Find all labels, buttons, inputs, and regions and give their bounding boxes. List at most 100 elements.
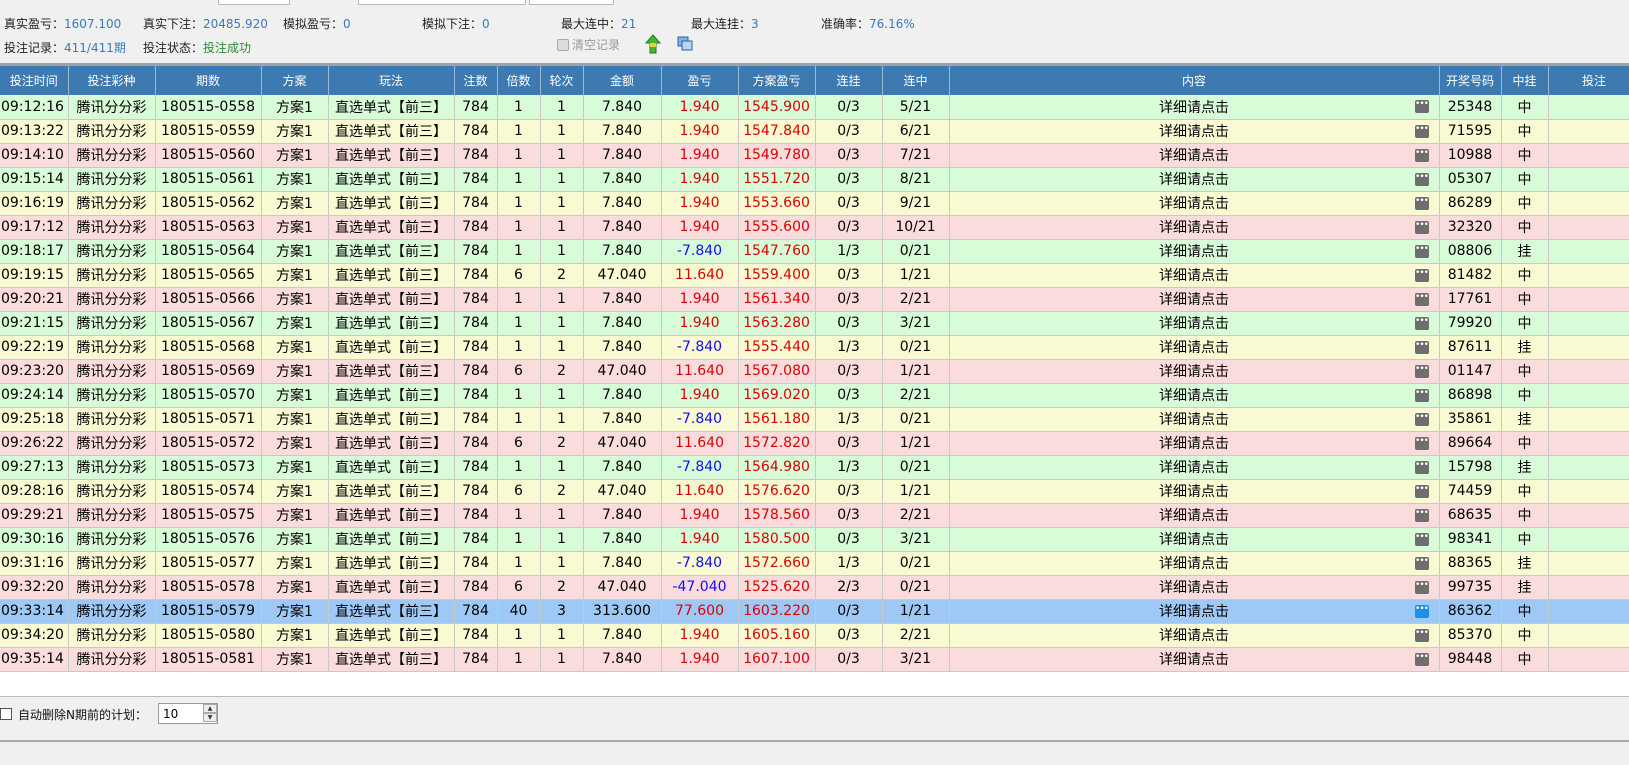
col-header-count[interactable]: 注数	[454, 66, 498, 95]
col-header-plan-profit[interactable]: 方案盈亏	[738, 66, 816, 95]
table-row[interactable]: 09:29:21 腾讯分分彩 180515-0575 方案1 直选单式【前三】 784 1 1…	[0, 503, 1629, 528]
table-row[interactable]: 09:16:19 腾讯分分彩 180515-0562 方案1 直选单式【前三】 784 1 1…	[0, 191, 1629, 216]
cell-content[interactable]: 详细请点击 •••	[949, 431, 1440, 456]
cell-content[interactable]: 详细请点击 •••	[949, 287, 1440, 312]
col-header-draw[interactable]: 开奖号码	[1439, 66, 1502, 95]
col-header-profit[interactable]: 盈亏	[661, 66, 739, 95]
more-details-icon[interactable]: •••	[1414, 508, 1429, 522]
col-header-multiple[interactable]: 倍数	[497, 66, 541, 95]
more-details-icon[interactable]: •••	[1414, 460, 1429, 474]
cell-content[interactable]: 详细请点击 •••	[949, 119, 1440, 144]
cell-content[interactable]: 详细请点击 •••	[949, 191, 1440, 216]
table-row[interactable]: 09:25:18 腾讯分分彩 180515-0571 方案1 直选单式【前三】 784 1 1…	[0, 407, 1629, 432]
spin-down-icon[interactable]: ▼	[203, 713, 217, 722]
col-header-content[interactable]: 内容	[949, 66, 1440, 95]
cell-content[interactable]: 详细请点击 •••	[949, 623, 1440, 648]
col-header-win-streak[interactable]: 连中	[882, 66, 950, 95]
clear-records-button[interactable]: 清空记录	[557, 36, 620, 53]
table-row[interactable]: 09:24:14 腾讯分分彩 180515-0570 方案1 直选单式【前三】 784 1 1…	[0, 383, 1629, 408]
table-row[interactable]: 09:31:16 腾讯分分彩 180515-0577 方案1 直选单式【前三】 784 1 1…	[0, 551, 1629, 576]
bet-record-table[interactable]: 投注时间 投注彩种 期数 方案 玩法 注数 倍数 轮次 金额 盈亏 方案盈亏 连…	[0, 66, 1629, 696]
more-details-icon[interactable]: •••	[1414, 556, 1429, 570]
table-row[interactable]: 09:26:22 腾讯分分彩 180515-0572 方案1 直选单式【前三】 784 6 2…	[0, 431, 1629, 456]
table-row[interactable]: 09:33:14 腾讯分分彩 180515-0579 方案1 直选单式【前三】 784 40…	[0, 599, 1629, 624]
table-row[interactable]: 09:21:15 腾讯分分彩 180515-0567 方案1 直选单式【前三】 784 1 1…	[0, 311, 1629, 336]
cell-content[interactable]: 详细请点击 •••	[949, 335, 1440, 360]
table-row[interactable]: 09:22:19 腾讯分分彩 180515-0568 方案1 直选单式【前三】 784 1 1…	[0, 335, 1629, 360]
more-details-icon[interactable]: •••	[1414, 316, 1429, 330]
cell-content[interactable]: 详细请点击 •••	[949, 527, 1440, 552]
col-header-amount[interactable]: 金额	[583, 66, 662, 95]
cell-content[interactable]: 详细请点击 •••	[949, 503, 1440, 528]
more-details-icon[interactable]: •••	[1414, 340, 1429, 354]
col-header-lose-streak[interactable]: 连挂	[815, 66, 883, 95]
cell-content[interactable]: 详细请点击 •••	[949, 311, 1440, 336]
col-header-lottery[interactable]: 投注彩种	[68, 66, 156, 95]
more-details-icon[interactable]: •••	[1414, 364, 1429, 378]
cell-lottery: 腾讯分分彩	[68, 503, 156, 528]
table-row[interactable]: 09:15:14 腾讯分分彩 180515-0561 方案1 直选单式【前三】 784 1 1…	[0, 167, 1629, 192]
table-row[interactable]: 09:20:21 腾讯分分彩 180515-0566 方案1 直选单式【前三】 784 1 1…	[0, 287, 1629, 312]
green-up-arrow-icon[interactable]	[644, 34, 662, 54]
cell-multiple-text: 1	[514, 459, 523, 475]
col-header-plan[interactable]: 方案	[261, 66, 329, 95]
more-details-icon[interactable]: •••	[1414, 580, 1429, 594]
cell-content[interactable]: 详细请点击 •••	[949, 407, 1440, 432]
col-header-result[interactable]: 中挂	[1501, 66, 1549, 95]
more-details-icon[interactable]: •••	[1414, 436, 1429, 450]
cell-content[interactable]: 详细请点击 •••	[949, 599, 1440, 624]
more-details-icon[interactable]: •••	[1414, 532, 1429, 546]
copy-window-icon[interactable]	[677, 36, 693, 52]
more-details-icon[interactable]: •••	[1414, 412, 1429, 426]
cell-content[interactable]: 详细请点击 •••	[949, 167, 1440, 192]
more-details-icon[interactable]: •••	[1414, 652, 1429, 666]
cell-content[interactable]: 详细请点击 •••	[949, 359, 1440, 384]
table-row[interactable]: 09:13:22 腾讯分分彩 180515-0559 方案1 直选单式【前三】 784 1 1…	[0, 119, 1629, 144]
cell-content[interactable]: 详细请点击 •••	[949, 263, 1440, 288]
cell-content[interactable]: 详细请点击 •••	[949, 479, 1440, 504]
col-header-round[interactable]: 轮次	[540, 66, 584, 95]
cell-content[interactable]: 详细请点击 •••	[949, 455, 1440, 480]
more-details-icon[interactable]: •••	[1414, 388, 1429, 402]
more-details-icon[interactable]: •••	[1414, 244, 1429, 258]
more-details-icon[interactable]: •••	[1414, 628, 1429, 642]
auto-delete-checkbox[interactable]	[0, 708, 12, 720]
table-row[interactable]: 09:17:12 腾讯分分彩 180515-0563 方案1 直选单式【前三】 784 1 1…	[0, 215, 1629, 240]
more-details-icon[interactable]: •••	[1414, 484, 1429, 498]
cell-content[interactable]: 详细请点击 •••	[949, 575, 1440, 600]
more-details-icon[interactable]: •••	[1414, 172, 1429, 186]
table-row[interactable]: 09:19:15 腾讯分分彩 180515-0565 方案1 直选单式【前三】 784 6 2…	[0, 263, 1629, 288]
table-row[interactable]: 09:23:20 腾讯分分彩 180515-0569 方案1 直选单式【前三】 784 6 2…	[0, 359, 1629, 384]
more-details-icon[interactable]: •••	[1414, 292, 1429, 306]
table-row[interactable]: 09:30:16 腾讯分分彩 180515-0576 方案1 直选单式【前三】 784 1 1…	[0, 527, 1629, 552]
col-header-issue[interactable]: 期数	[155, 66, 262, 95]
cell-content[interactable]: 详细请点击 •••	[949, 551, 1440, 576]
cell-content[interactable]: 详细请点击 •••	[949, 647, 1440, 672]
auto-delete-spinner[interactable]: ▲ ▼	[203, 704, 217, 723]
table-row[interactable]: 09:12:16 腾讯分分彩 180515-0558 方案1 直选单式【前三】 784 1 1…	[0, 95, 1629, 120]
table-row[interactable]: 09:35:14 腾讯分分彩 180515-0581 方案1 直选单式【前三】 784 1 1…	[0, 647, 1629, 672]
more-details-icon[interactable]: •••	[1414, 148, 1429, 162]
col-header-time[interactable]: 投注时间	[0, 66, 69, 95]
more-details-icon[interactable]: •••	[1414, 268, 1429, 282]
more-details-icon[interactable]: •••	[1414, 100, 1429, 113]
more-details-icon[interactable]: •••	[1414, 124, 1429, 138]
cell-content[interactable]: 详细请点击 •••	[949, 383, 1440, 408]
cell-content[interactable]: 详细请点击 •••	[949, 95, 1440, 120]
table-row[interactable]: 09:14:10 腾讯分分彩 180515-0560 方案1 直选单式【前三】 784 1 1…	[0, 143, 1629, 168]
table-row[interactable]: 09:28:16 腾讯分分彩 180515-0574 方案1 直选单式【前三】 784 6 2…	[0, 479, 1629, 504]
cell-lottery: 腾讯分分彩	[68, 167, 156, 192]
cell-content[interactable]: 详细请点击 •••	[949, 215, 1440, 240]
col-header-play[interactable]: 玩法	[328, 66, 455, 95]
cell-content[interactable]: 详细请点击 •••	[949, 239, 1440, 264]
more-details-icon[interactable]: •••	[1414, 604, 1429, 618]
cell-content[interactable]: 详细请点击 •••	[949, 143, 1440, 168]
table-row[interactable]: 09:32:20 腾讯分分彩 180515-0578 方案1 直选单式【前三】 784 6 2…	[0, 575, 1629, 600]
col-header-bet[interactable]: 投注	[1548, 66, 1629, 95]
table-row[interactable]: 09:34:20 腾讯分分彩 180515-0580 方案1 直选单式【前三】 784 1 1…	[0, 623, 1629, 648]
spin-up-icon[interactable]: ▲	[203, 704, 217, 713]
more-details-icon[interactable]: •••	[1414, 220, 1429, 234]
table-row[interactable]: 09:27:13 腾讯分分彩 180515-0573 方案1 直选单式【前三】 784 1 1…	[0, 455, 1629, 480]
more-details-icon[interactable]: •••	[1414, 196, 1429, 210]
table-row[interactable]: 09:18:17 腾讯分分彩 180515-0564 方案1 直选单式【前三】 784 1 1…	[0, 239, 1629, 264]
